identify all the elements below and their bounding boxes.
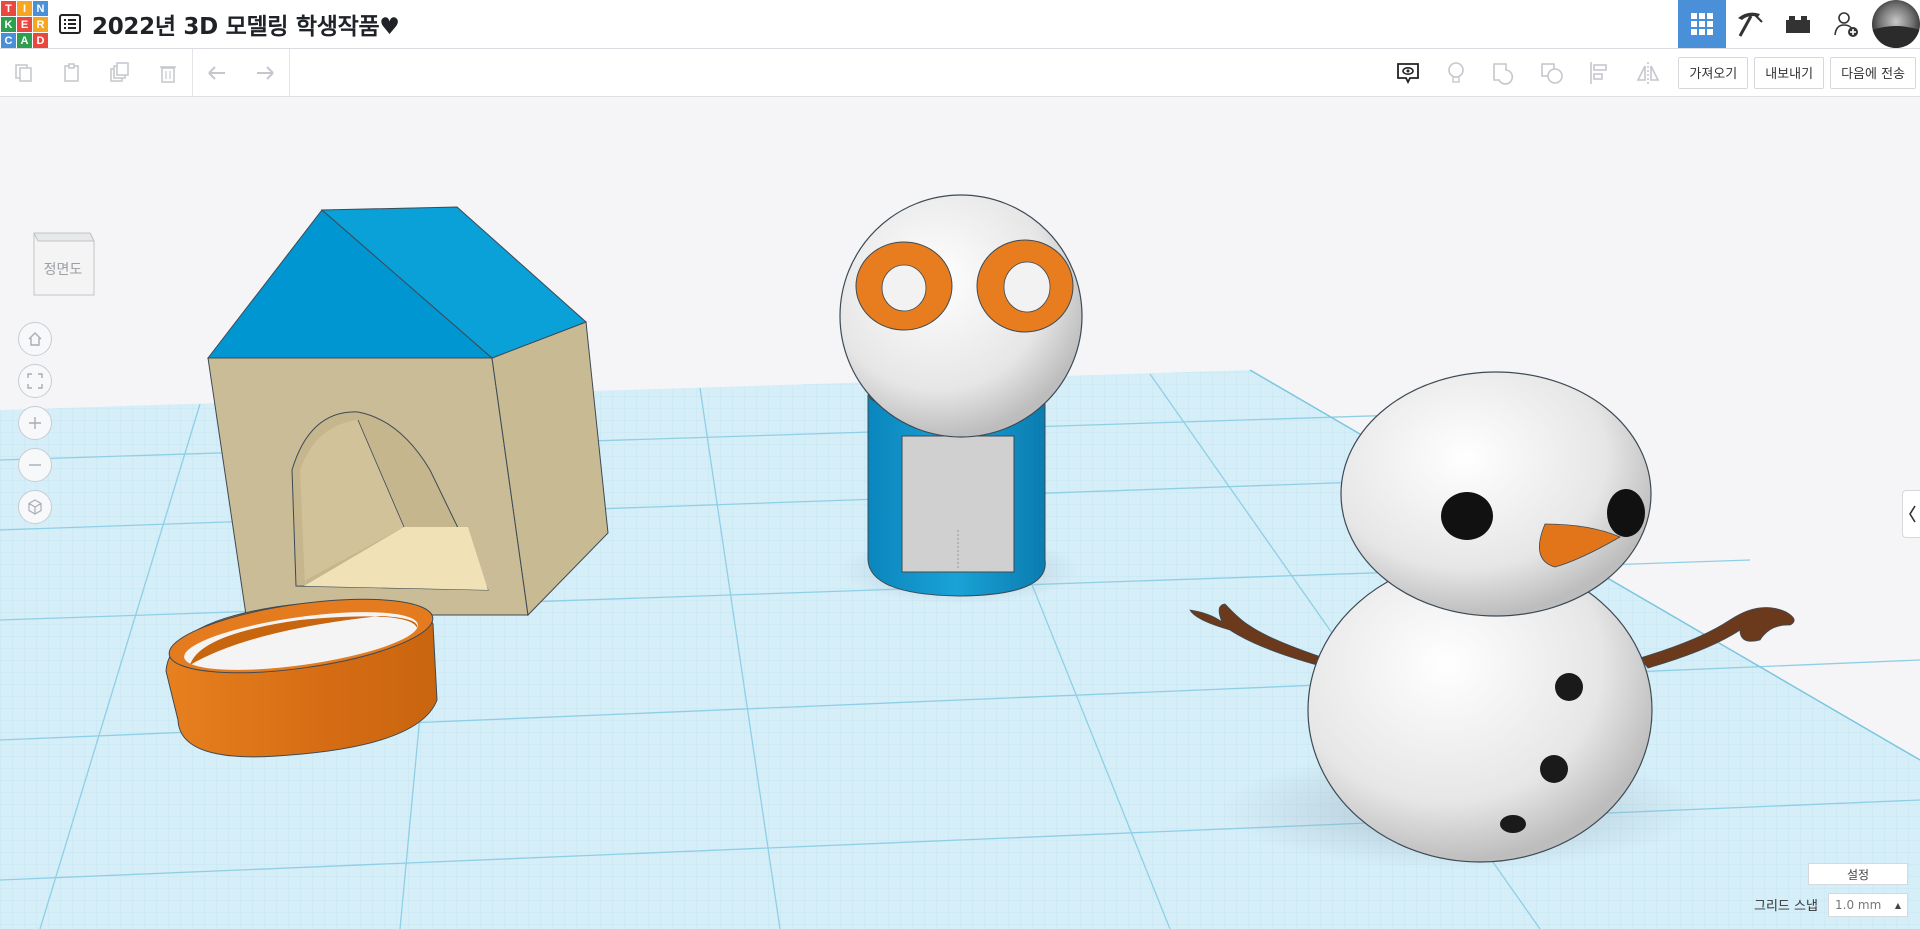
panel-collapse-toggle[interactable] [1902, 490, 1920, 538]
mirror-button[interactable] [1624, 49, 1672, 96]
logo-letter: T [1, 1, 16, 16]
delete-button[interactable] [144, 49, 192, 96]
group-icon [1493, 62, 1514, 85]
redo-icon [257, 65, 274, 80]
duplicate-icon [110, 61, 129, 82]
paste-icon [64, 62, 79, 82]
snowman-button[interactable] [1540, 755, 1568, 783]
snowman-eye-right[interactable] [1607, 489, 1645, 537]
zoom-out-button[interactable] [18, 448, 52, 482]
logo-letter: E [17, 17, 32, 32]
ungroup-icon [1541, 62, 1564, 84]
paste-button[interactable] [48, 49, 96, 96]
grid-snap-value: 1.0 mm [1835, 898, 1882, 912]
group-button[interactable] [1480, 49, 1528, 96]
invite-user-button[interactable] [1822, 0, 1870, 48]
fit-icon [27, 373, 43, 389]
notes-button[interactable] [1384, 49, 1432, 96]
robot-eye-right[interactable] [976, 239, 1074, 333]
grid-snap-select[interactable]: 1.0 mm ▲ [1828, 893, 1908, 917]
logo-letter: R [33, 17, 48, 32]
logo-letter: K [1, 17, 16, 32]
duplicate-button[interactable] [96, 49, 144, 96]
logo-letter: I [17, 1, 32, 16]
view-cube-label: 정면도 [43, 262, 83, 278]
copy-icon [15, 63, 32, 82]
logo-letter: C [1, 33, 16, 48]
top-right-controls [1678, 0, 1920, 48]
perspective-toggle-button[interactable] [18, 490, 52, 524]
scene-canvas[interactable] [0, 97, 1920, 929]
title-area: 2022년 3D 모델링 학생작품♥ [58, 8, 400, 40]
grid-view-icon [1691, 13, 1713, 35]
logo-letter: N [33, 1, 48, 16]
view-cube[interactable]: 정면도 [30, 227, 96, 299]
undo-icon [208, 65, 225, 80]
add-user-icon [1834, 12, 1858, 37]
minus-icon [29, 464, 41, 466]
pickaxe-icon [1738, 12, 1763, 37]
undo-button[interactable] [193, 49, 241, 96]
align-icon [1590, 61, 1608, 84]
redo-button[interactable] [241, 49, 289, 96]
light-bulb-icon [1448, 61, 1465, 83]
avatar[interactable] [1872, 0, 1920, 48]
snowman-eye-left[interactable] [1441, 492, 1493, 540]
edit-toolbar: 가져오기 내보내기 다음에 전송 [0, 49, 1920, 97]
caret-up-icon: ▲ [1894, 901, 1901, 910]
settings-button[interactable]: 설정 [1808, 863, 1908, 885]
3d-viewport[interactable]: 정면도 설정 그리드 스냅 1.0 mm ▲ [0, 97, 1920, 929]
design-list-icon[interactable] [58, 12, 82, 36]
copy-button[interactable] [0, 49, 48, 96]
snowman-button[interactable] [1555, 673, 1583, 701]
light-bulb-button[interactable] [1432, 49, 1480, 96]
align-button[interactable] [1576, 49, 1624, 96]
zoom-in-button[interactable] [18, 406, 52, 440]
fit-all-button[interactable] [18, 364, 52, 398]
home-view-button[interactable] [18, 322, 52, 356]
toolbar-separator [289, 49, 290, 96]
snowman-button[interactable] [1500, 815, 1526, 833]
home-icon [28, 332, 42, 346]
blocks-view-button[interactable] [1726, 0, 1774, 48]
chevron-left-icon [1908, 505, 1916, 523]
logo-letter: D [33, 33, 48, 48]
mirror-icon [1637, 61, 1660, 84]
export-button[interactable]: 내보내기 [1754, 56, 1825, 89]
tinkercad-logo[interactable]: TIN KER CAD [0, 0, 48, 48]
grid-snap-label: 그리드 스냅 [1754, 899, 1818, 914]
logo-letter: A [17, 33, 32, 48]
bricks-view-button[interactable] [1774, 0, 1822, 48]
dog-house-model[interactable] [206, 206, 609, 617]
send-to-button[interactable]: 다음에 전송 [1830, 56, 1916, 89]
top-bar: TIN KER CAD 2022년 3D 모델링 학생작품♥ [0, 0, 1920, 49]
notes-icon [1397, 62, 1420, 84]
grid-view-button[interactable] [1678, 0, 1726, 48]
robot-eye-left[interactable] [855, 241, 953, 331]
design-title[interactable]: 2022년 3D 모델링 학생작품♥ [92, 7, 400, 41]
delete-icon [160, 65, 176, 83]
bricks-icon [1786, 16, 1810, 33]
ungroup-button[interactable] [1528, 49, 1576, 96]
plus-icon [29, 417, 41, 429]
cube-icon [28, 499, 42, 515]
import-button[interactable]: 가져오기 [1678, 56, 1749, 89]
